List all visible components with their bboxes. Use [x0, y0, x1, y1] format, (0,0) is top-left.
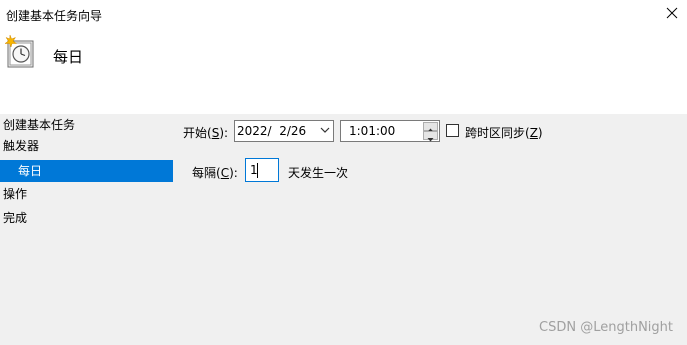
nav-item-label: 每日: [18, 164, 43, 178]
close-button[interactable]: [657, 0, 687, 28]
time-spin-buttons: [423, 122, 438, 142]
sync-timezone-checkbox[interactable]: [446, 124, 459, 137]
nav-item-trigger[interactable]: 触发器: [0, 135, 175, 157]
watermark: CSDN @LengthNight: [539, 320, 673, 335]
wizard-header: 每日: [0, 30, 687, 114]
start-date-picker[interactable]: 2022/ 2/26: [234, 120, 334, 142]
nav-item-label: 完成: [3, 211, 28, 225]
nav-item-label: 创建基本任务: [3, 118, 76, 132]
nav-item-daily[interactable]: 每日: [0, 160, 173, 182]
interval-unit-label: 天发生一次: [288, 166, 349, 180]
sync-timezone-label: 跨时区同步(Z): [465, 126, 543, 140]
page-title: 每日: [53, 48, 84, 66]
chevron-down-icon: [320, 127, 330, 133]
nav-item-create-basic-task[interactable]: 创建基本任务: [0, 114, 175, 136]
start-date-value: 2022/ 2/26: [237, 124, 307, 138]
close-icon: [666, 7, 678, 19]
interval-days-input[interactable]: 1: [245, 158, 279, 182]
start-time-spinner[interactable]: 1:01:00: [340, 120, 440, 142]
text-caret: [257, 163, 258, 178]
interval-label: 每隔(C):: [192, 166, 238, 180]
title-bar: 创建基本任务向导: [0, 0, 687, 30]
nav-item-action[interactable]: 操作: [0, 183, 175, 205]
wizard-body: 创建基本任务 触发器 每日 操作 完成 开始(S): 2022/ 2/26 1:…: [0, 114, 687, 345]
arrow-down-icon: [427, 138, 434, 142]
spin-down-button[interactable]: [423, 131, 438, 142]
start-time-value: 1:01:00: [349, 124, 396, 138]
window-title: 创建基本任务向导: [6, 9, 103, 23]
start-label: 开始(S):: [183, 126, 229, 140]
nav-item-label: 触发器: [3, 139, 40, 153]
spin-up-button[interactable]: [423, 122, 438, 132]
task-clock-icon: [4, 34, 35, 69]
nav-item-finish[interactable]: 完成: [0, 207, 175, 229]
nav-item-label: 操作: [3, 187, 28, 201]
